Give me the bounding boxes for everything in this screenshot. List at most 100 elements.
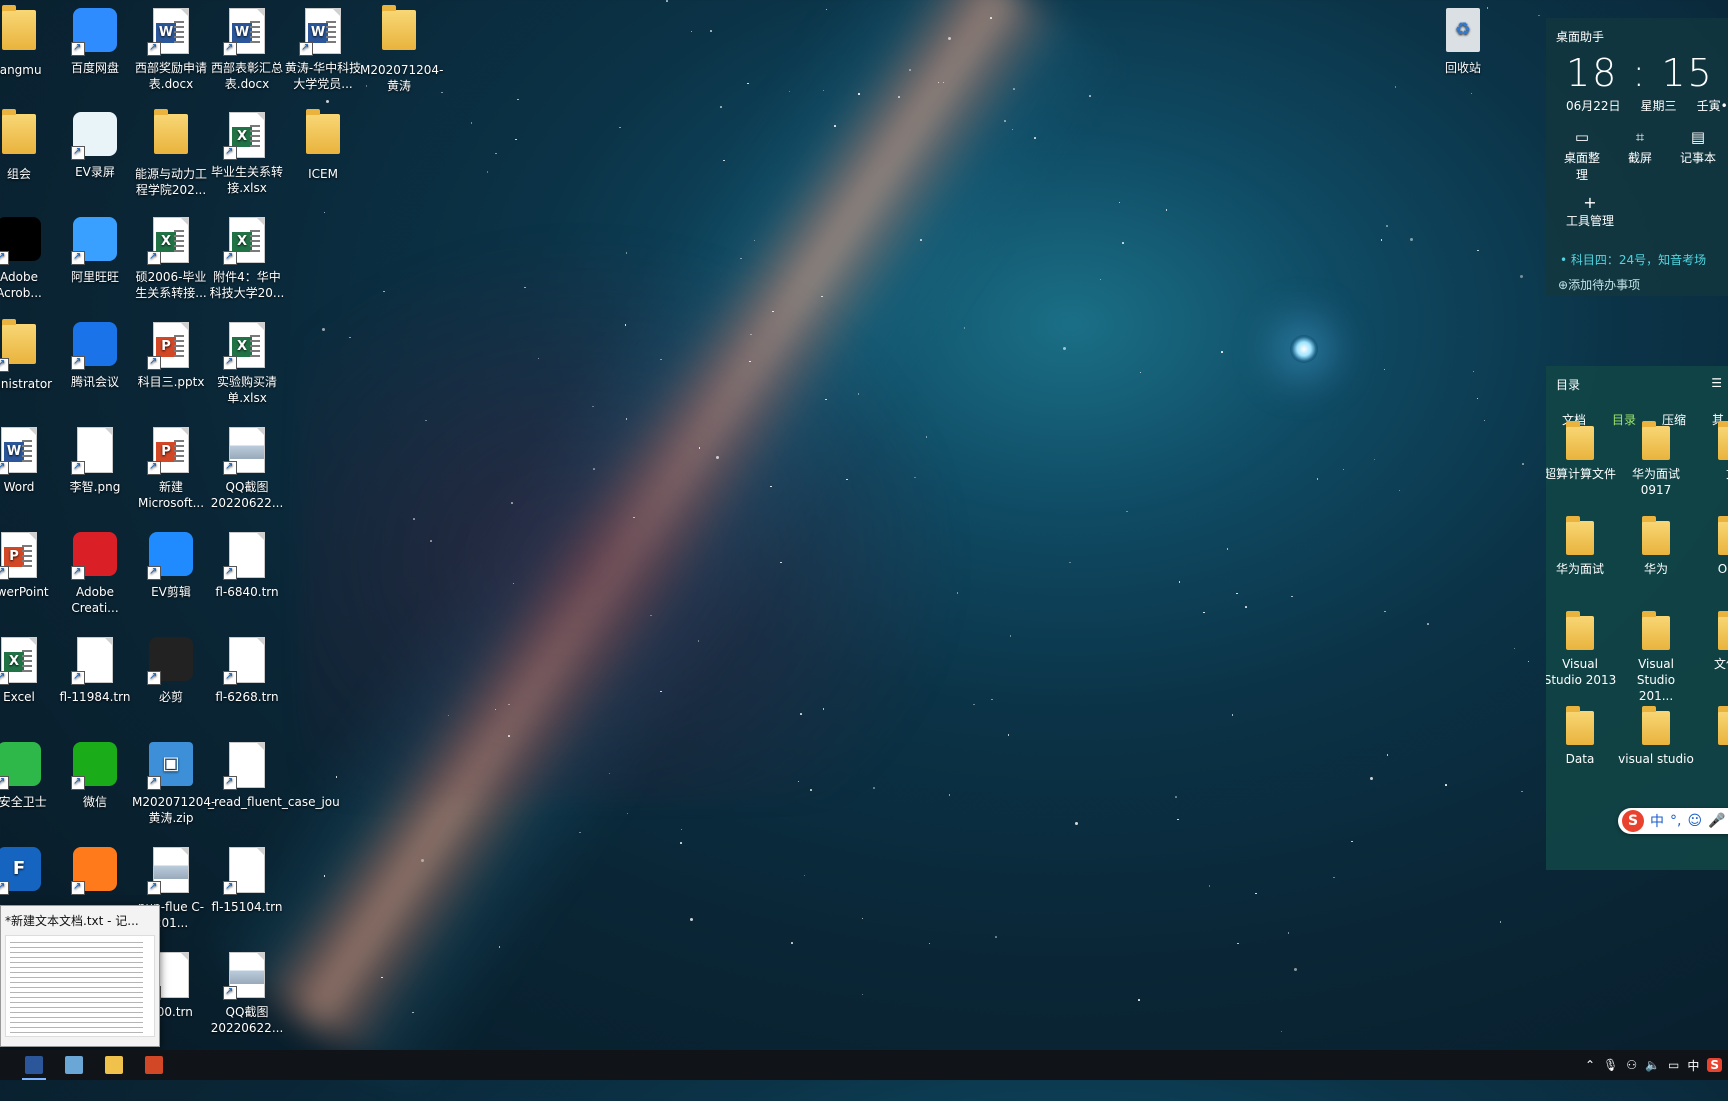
ime-tray[interactable]: 中 (1687, 1057, 1699, 1074)
desktop-icon[interactable]: X 附件4：华中科技大学20... (208, 215, 286, 301)
catalog-folder-item[interactable]: 文件名 (1694, 611, 1728, 672)
desktop-icon[interactable]: QQ截图20220622... (208, 425, 286, 511)
folder-icon (1642, 706, 1670, 745)
desktop-icon[interactable]: iangmu (0, 5, 58, 78)
desktop-icon[interactable]: F (0, 845, 58, 899)
file-icon (223, 847, 271, 895)
star (956, 592, 959, 594)
star (1287, 932, 1290, 934)
desktop-icon[interactable]: P 新建 Microsoft... (132, 425, 210, 511)
desktop-icon[interactable]: QQ截图20220622... (208, 950, 286, 1036)
desktop-icon[interactable]: EV录屏 (56, 110, 134, 180)
catalog-folder-item[interactable]: 超算计算文件 (1546, 421, 1618, 482)
chevron-up-icon[interactable]: ⌃ (1585, 1058, 1595, 1072)
desktop-icon[interactable]: 百度网盘 (56, 6, 134, 76)
star (1237, 942, 1239, 945)
system-tray: ⌃ 🎙 ⚇ 🔈 ▭ 中 S (1585, 1050, 1728, 1080)
catalog-folder-item[interactable]: visual studio (1618, 706, 1694, 767)
desktop-icon[interactable]: X 毕业生关系转接.xlsx (208, 110, 286, 196)
star (1069, 561, 1071, 564)
tool-screenshot[interactable]: ⌗ 截屏 (1620, 128, 1660, 183)
star (495, 152, 497, 155)
mic-icon[interactable]: 🎙 (1603, 1058, 1618, 1072)
explorer-taskbar[interactable] (94, 1050, 134, 1080)
todo-item[interactable]: • 科目四：24号，知音考场 (1546, 229, 1728, 268)
catalog-folder-item[interactable]: 华为面试0917 (1618, 421, 1694, 498)
desktop-icon[interactable]: W Word (0, 425, 58, 495)
catalog-folder-item[interactable]: Visual Studio 201... (1618, 611, 1694, 704)
star (680, 842, 682, 844)
desktop-icon[interactable]: ♻ 回收站 (1424, 6, 1502, 76)
date-text: 06月22日 (1566, 99, 1621, 113)
catalog-folder-item[interactable]: OldV (1694, 516, 1728, 577)
desktop-icon[interactable]: 微信 (56, 740, 134, 810)
desktop-icon[interactable]: Adobe Acrob... (0, 215, 58, 301)
desktop-icon[interactable]: W 西部表彰汇总表.docx (208, 6, 286, 92)
powerpoint-taskbar[interactable] (134, 1050, 174, 1080)
tool-manage-button[interactable]: + 工具管理 (1546, 183, 1620, 229)
star (1369, 777, 1373, 781)
desktop-icon[interactable]: 必剪 (132, 635, 210, 705)
mic-icon[interactable]: 🎤 (1708, 813, 1725, 829)
desktop-icon[interactable]: 李智.png (56, 425, 134, 495)
desktop-icon[interactable]: X Excel (0, 635, 58, 705)
catalog-folder-item[interactable]: Visual Studio 2013 (1546, 611, 1618, 688)
list-menu-icon[interactable]: ☰ (1711, 376, 1722, 390)
tool-notepad[interactable]: ▤ 记事本 (1678, 128, 1718, 183)
ime-lang[interactable]: 中 (1650, 811, 1664, 831)
desktop-icon[interactable]: X 实验购买清单.xlsx (208, 320, 286, 406)
desktop-icon[interactable]: 组会 (0, 109, 58, 182)
desktop-icon[interactable]: 能源与动力工程学院202... (132, 109, 210, 198)
start-button[interactable] (0, 1050, 14, 1080)
catalog-folder-item[interactable]: I (1694, 706, 1728, 767)
network-icon[interactable]: ▭ (1668, 1058, 1679, 1072)
ime-punct[interactable]: °, (1670, 813, 1681, 829)
star (1255, 892, 1257, 895)
catalog-folder-item[interactable]: Data (1546, 706, 1618, 767)
notepad-preview[interactable]: *新建文本文档.txt - 记... (0, 905, 160, 1047)
desktop-icon[interactable]: fl-6268.trn (208, 635, 286, 705)
desktop-icon[interactable]: ministrator (0, 319, 58, 392)
tool-desktop-organize[interactable]: ▭ 桌面整理 (1562, 128, 1602, 183)
desktop-icon-label: 黄涛-华中科技大学党员... (284, 61, 362, 91)
word-taskbar[interactable] (14, 1050, 54, 1080)
star (517, 98, 519, 101)
volume-icon[interactable]: 🔈 (1645, 1058, 1660, 1072)
desktop-icon-label: 新建 Microsoft... (137, 480, 205, 510)
catalog-folder-item[interactable]: 文 (1694, 421, 1728, 482)
desktop-icon[interactable]: PowerPoint (0, 530, 58, 600)
desktop-icon[interactable] (56, 845, 134, 899)
catalog-folder-label: I (1694, 751, 1728, 767)
desktop-icon[interactable]: 阿里旺旺 (56, 215, 134, 285)
add-todo-button[interactable]: ⊕添加待办事项 (1546, 268, 1728, 293)
user-folder-icon (0, 319, 43, 372)
desktop-icon[interactable]: EV剪辑 (132, 530, 210, 600)
desktop-icon[interactable]: 0安全卫士 (0, 740, 58, 810)
desktop-icon[interactable]: W 黄涛-华中科技大学党员... (284, 6, 362, 92)
ime-toolbar[interactable]: S 中 °, ☺ 🎤 (1618, 808, 1728, 834)
desktop-icon[interactable]: fl-15104.trn (208, 845, 286, 915)
desktop-icon[interactable]: ICEM (284, 109, 362, 182)
app-icon (65, 1056, 83, 1074)
desktop-icon[interactable]: fl-6840.trn (208, 530, 286, 600)
desktop-icon[interactable]: W 西部奖励申请表.docx (132, 6, 210, 92)
catalog-folder-item[interactable]: 华为 (1618, 516, 1694, 577)
sogou-tray-icon[interactable]: S (1707, 1058, 1722, 1072)
desktop-icon-label: 百度网盘 (70, 61, 119, 75)
star (511, 502, 513, 504)
notepad-taskbar[interactable] (54, 1050, 94, 1080)
shortcut-arrow-icon (0, 356, 9, 372)
star (690, 30, 693, 33)
desktop-icon[interactable]: fl-11984.trn (56, 635, 134, 705)
desktop-icon[interactable]: Adobe Creati... (56, 530, 134, 616)
desktop-icon[interactable]: P 科目三.pptx (132, 320, 210, 390)
desktop-icon[interactable]: X 硕2006-毕业生关系转接... (132, 215, 210, 301)
desktop-icon[interactable]: ▣ M202071204-黄涛.zip (132, 740, 215, 826)
user-tray-icon[interactable]: ⚇ (1626, 1058, 1637, 1072)
catalog-folder-item[interactable]: 华为面试 (1546, 516, 1618, 577)
desktop-icon[interactable]: M202071204-黄涛 (360, 5, 443, 94)
desktop-icon[interactable]: 腾讯会议 (56, 320, 134, 390)
desktop-icon[interactable]: _read_fluent_case_jou (208, 740, 340, 810)
star (1139, 371, 1142, 374)
smiley-icon[interactable]: ☺ (1687, 813, 1702, 829)
